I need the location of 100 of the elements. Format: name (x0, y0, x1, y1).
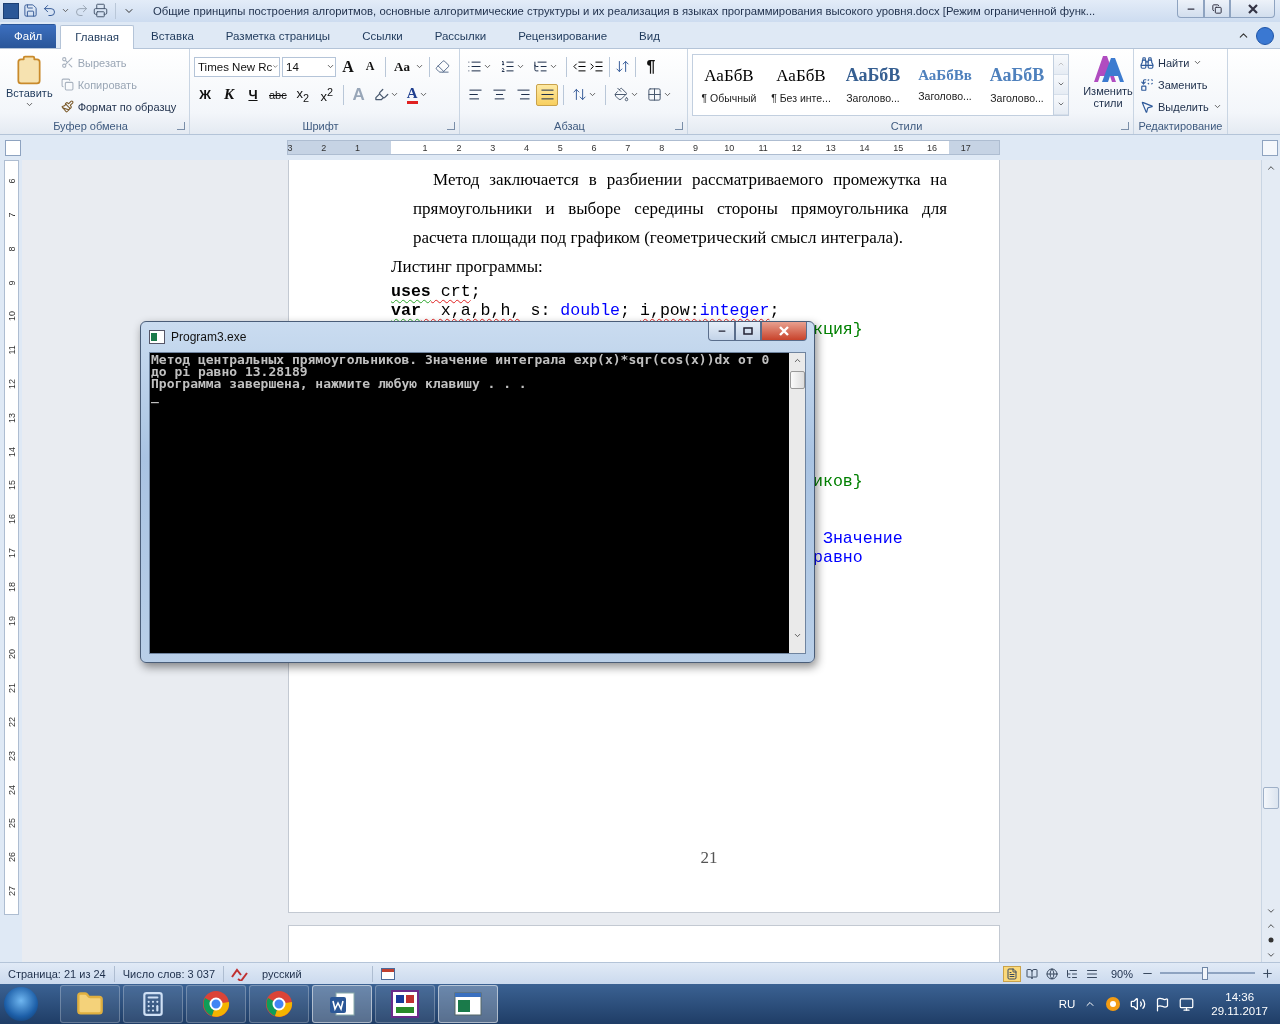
app-icon (3, 2, 19, 19)
action-center-icon[interactable] (1155, 996, 1171, 1012)
ruler-mark: 11 (757, 142, 769, 153)
change-styles-button[interactable]: Изменить стили (1075, 51, 1141, 111)
ribbon-tab[interactable]: Рассылки (419, 23, 502, 48)
undo-icon[interactable] (42, 3, 57, 19)
spelling-check-icon[interactable] (230, 966, 249, 981)
minimize-button[interactable] (708, 322, 735, 341)
style-tile[interactable]: АаБбВ ¶ Обычный (693, 54, 765, 115)
ruler-mark: 20 (5, 648, 17, 661)
ribbon-tab[interactable]: Ссылки (347, 23, 418, 48)
font-color-button[interactable]: A (403, 83, 431, 106)
keyboard-language[interactable]: RU (1058, 998, 1076, 1011)
font-name-field[interactable]: Times New Rc (194, 56, 280, 77)
group-label: Буфер обмена (52, 120, 129, 133)
align-button[interactable] (536, 83, 558, 106)
editing-button[interactable]: Заменить (1138, 74, 1224, 95)
ruler-mark: 3 (288, 142, 294, 153)
save-icon[interactable] (23, 3, 38, 19)
language-indicator[interactable]: русский (254, 965, 373, 982)
tray-app-icon[interactable] (1105, 996, 1122, 1013)
paste-button[interactable]: Вставить (4, 51, 55, 111)
format-button[interactable]: Ч (242, 83, 264, 106)
restore-icon (1212, 3, 1222, 14)
editing-button[interactable]: Выделить (1138, 96, 1224, 117)
tab-selector[interactable] (5, 139, 21, 156)
code-line: равно (813, 548, 863, 568)
shrink-font-button[interactable]: A (360, 55, 380, 78)
close-icon (1247, 3, 1258, 14)
ruler-mark: 12 (790, 142, 803, 153)
dialog-launcher-icon[interactable] (447, 122, 455, 131)
ruler-mark: 9 (5, 279, 17, 288)
view-button[interactable] (1002, 965, 1021, 982)
zoom-level[interactable]: 90% (1102, 965, 1141, 982)
format-button[interactable]: x$_{2}$ (291, 83, 314, 106)
network-icon[interactable] (1179, 996, 1195, 1012)
sort-icon[interactable] (615, 59, 630, 75)
format-button[interactable]: К (218, 83, 240, 106)
ruler-mark: 1 (354, 142, 361, 153)
ribbon-tab[interactable]: Вид (624, 23, 675, 48)
format-button[interactable]: Ж (194, 83, 216, 106)
clock[interactable]: 14:36 29.11.2017 (1211, 991, 1268, 1018)
dialog-launcher-icon[interactable] (177, 122, 185, 131)
ruler-mark: 17 (5, 546, 17, 560)
close-button[interactable] (761, 322, 807, 341)
format-button[interactable]: abc (266, 83, 290, 106)
taskbar-button[interactable] (375, 985, 435, 1024)
style-tile[interactable]: АаБбВ Заголово... (981, 54, 1053, 115)
taskbar-button[interactable] (123, 985, 183, 1024)
view-icon (1025, 967, 1038, 980)
decrease-indent-icon[interactable] (572, 59, 587, 75)
word-count[interactable]: Число слов: 3 037 (114, 965, 225, 982)
ruler-mark: 2 (455, 142, 463, 153)
clear-formatting-icon[interactable] (434, 59, 450, 75)
volume-icon[interactable] (1130, 996, 1147, 1013)
listing-heading: Листинг программы: (391, 256, 544, 279)
replace-icon (1140, 77, 1154, 92)
editing-button[interactable]: Найти (1138, 52, 1224, 73)
ruler-mark: 7 (624, 142, 632, 153)
help-icon[interactable] (1256, 26, 1274, 45)
increase-indent-icon[interactable] (589, 59, 604, 75)
taskbar-button[interactable] (438, 985, 498, 1024)
scroll-thumb[interactable] (789, 371, 805, 389)
ribbon-tab[interactable]: Разметка страницы (210, 23, 346, 48)
dialog-launcher-icon[interactable] (675, 122, 683, 131)
style-tile[interactable]: АаБбВ Заголово... (837, 54, 909, 115)
restore-button[interactable] (1204, 0, 1230, 18)
change-case-button[interactable]: Aa (391, 55, 413, 78)
show-marks-button[interactable]: ¶ (641, 55, 661, 78)
ruler-toggle-button[interactable] (1262, 139, 1278, 156)
font-size-field[interactable]: 14 (282, 56, 336, 77)
style-tile[interactable]: АаБбВ ¶ Без инте... (765, 54, 837, 115)
format-button[interactable]: x$^{2}$ (315, 83, 338, 106)
print-icon[interactable] (93, 3, 108, 19)
start-button[interactable] (4, 987, 38, 1022)
dialog-launcher-icon[interactable] (1121, 122, 1129, 131)
maximize-button[interactable] (735, 322, 761, 341)
ribbon-tab[interactable]: Главная (60, 24, 135, 49)
clipboard-button[interactable]: Формат по образцу (58, 96, 179, 117)
ribbon-tab[interactable]: Рецензирование (503, 23, 623, 48)
file-tab[interactable]: Файл (0, 23, 57, 48)
taskbar-button[interactable] (249, 985, 309, 1024)
style-tile[interactable]: АаБбВв Заголово... (909, 54, 981, 115)
macro-icon[interactable] (380, 967, 395, 980)
grow-font-button[interactable]: A (338, 55, 358, 78)
minimize-button[interactable] (1177, 0, 1204, 18)
zoom-thumb[interactable] (1201, 967, 1208, 981)
page-count[interactable]: Страница: 21 из 24 (0, 965, 115, 982)
scroll-thumb[interactable] (1263, 786, 1279, 809)
zoom-in-icon[interactable] (1261, 967, 1274, 981)
view-icon (1005, 967, 1018, 980)
line-spacing-icon (572, 87, 587, 103)
ruler-mark: 6 (590, 142, 598, 153)
taskbar-button[interactable] (312, 985, 372, 1024)
ruler-mark: 24 (5, 783, 17, 796)
taskbar-button[interactable] (60, 985, 120, 1024)
ruler-mark: 10 (5, 310, 17, 323)
close-button[interactable] (1230, 0, 1275, 18)
taskbar-button[interactable] (186, 985, 246, 1024)
ribbon-tab[interactable]: Вставка (136, 23, 209, 48)
